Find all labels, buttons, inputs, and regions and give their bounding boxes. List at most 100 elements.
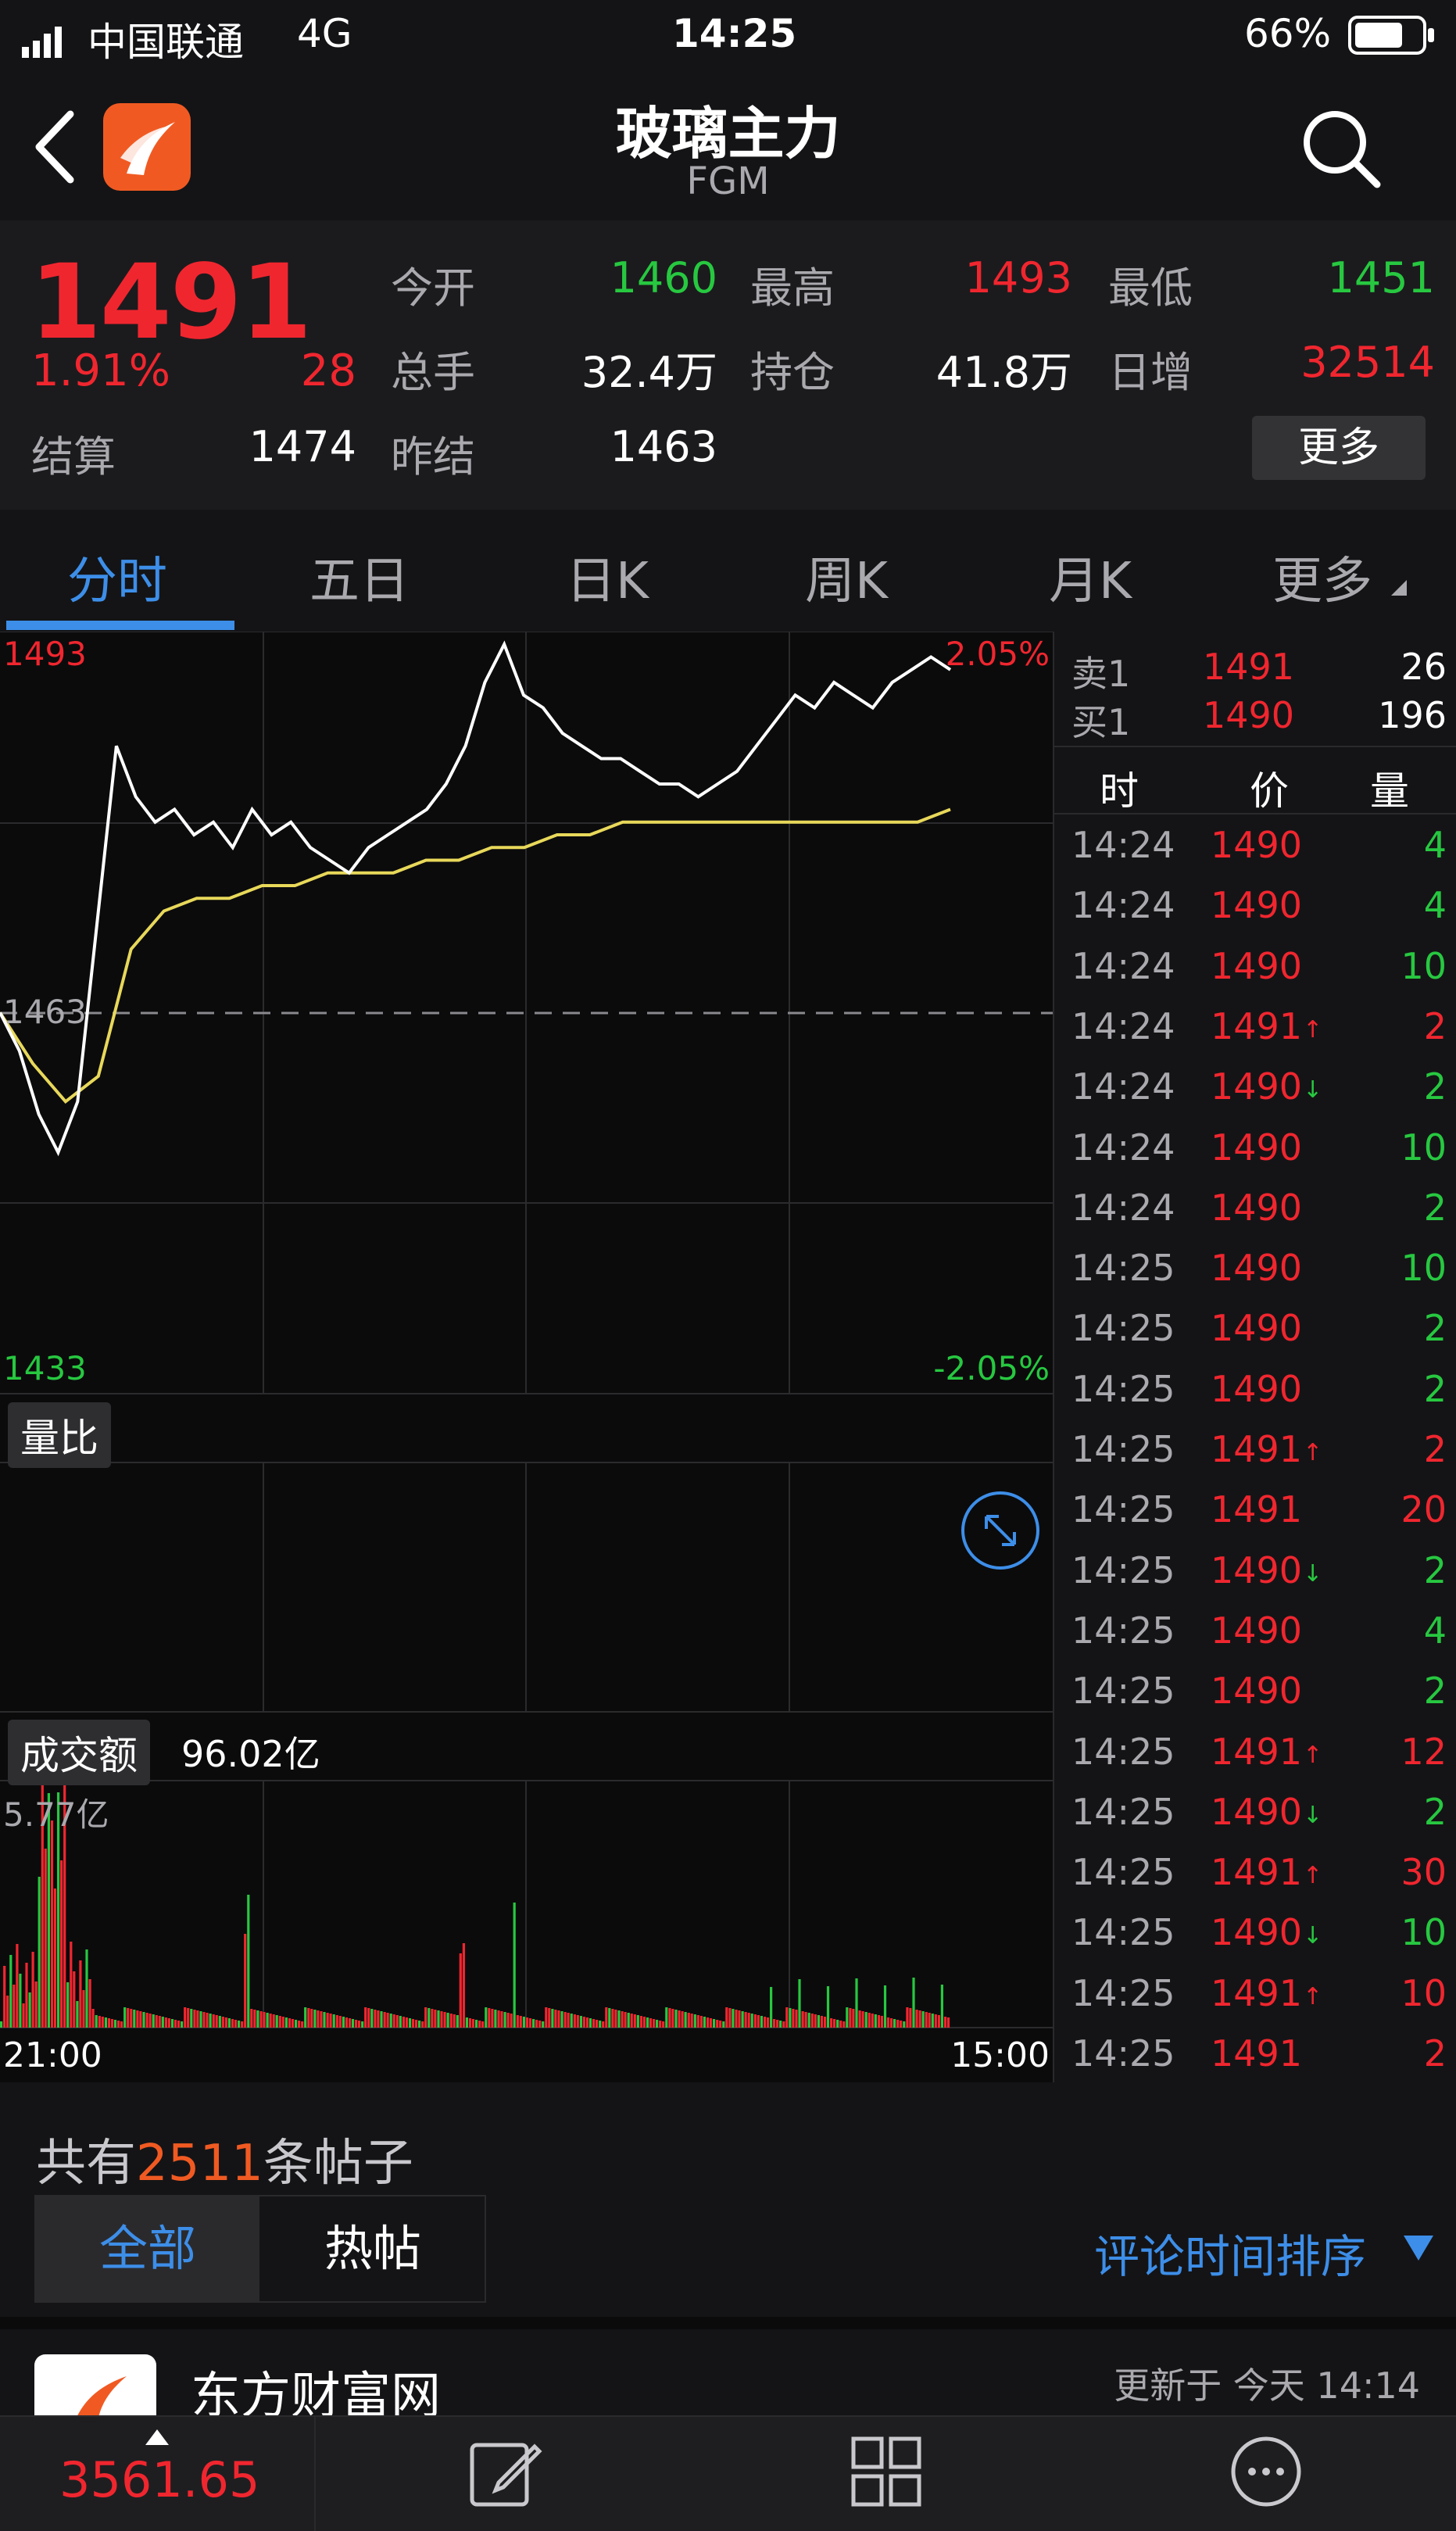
- sort-dropdown[interactable]: 评论时间排序: [1094, 2220, 1366, 2286]
- tick-row: 14:25 1490 4: [1071, 1609, 1447, 1652]
- turnover-bar: [259, 2011, 263, 2028]
- tab-five-day[interactable]: 五日: [309, 541, 410, 613]
- turnover-bar: [351, 2019, 355, 2028]
- turnover-bar: [244, 1934, 247, 2028]
- turnover-bar: [395, 2015, 399, 2028]
- compose-icon[interactable]: [467, 2434, 542, 2512]
- turnover-bar: [76, 2001, 79, 2028]
- turnover-bar: [563, 2012, 567, 2028]
- tab-monthly-k[interactable]: 月K: [1049, 541, 1132, 613]
- status-bar: 中国联通 4G 14:25 66%: [0, 0, 1456, 72]
- turnover-bar: [678, 2010, 681, 2028]
- volume-label: 总手: [391, 348, 475, 397]
- turnover-bar: [345, 2017, 348, 2028]
- turnover-bar: [551, 2009, 554, 2028]
- turnover-bar: [773, 2019, 776, 2028]
- turnover-bar: [110, 2019, 114, 2028]
- turnover-bar: [861, 2011, 864, 2028]
- turnover-bar: [538, 2021, 542, 2028]
- turnover-bar: [668, 2008, 671, 2028]
- turnover-bar: [275, 2015, 278, 2028]
- turnover-bar: [326, 2013, 329, 2028]
- turnover-bar: [719, 2021, 722, 2028]
- more-button[interactable]: 更多: [1252, 416, 1426, 480]
- expand-icon[interactable]: [960, 1490, 1041, 1574]
- turnover-bar: [187, 2008, 190, 2028]
- turnover-bar: [22, 2003, 25, 2028]
- tick-row: 14:25 1491 2: [1071, 2032, 1447, 2075]
- search-icon[interactable]: [1300, 108, 1382, 192]
- turnover-bar: [674, 2010, 678, 2028]
- tick-row: 14:25 1490 ↓ 2: [1071, 1548, 1447, 1591]
- turnover-bar: [364, 2007, 367, 2028]
- turnover-bar: [503, 2012, 506, 2028]
- tab-more[interactable]: 更多: [1272, 541, 1372, 613]
- turnover-bar: [374, 2010, 377, 2028]
- turnover-bar: [918, 2010, 921, 2028]
- turnover-bar: [633, 2014, 636, 2028]
- signal-icon: [22, 22, 66, 67]
- turnover-bar: [73, 1971, 76, 2028]
- tick-row: 14:24 1490 10: [1071, 1126, 1447, 1169]
- turnover-bar: [820, 2016, 823, 2028]
- triangle-down-icon[interactable]: [1404, 2236, 1433, 2264]
- turnover-bar: [127, 2008, 130, 2028]
- turnover-bar: [776, 2020, 779, 2028]
- post-count: 共有2511条帖子: [36, 2135, 413, 2193]
- turnover-bar: [6, 1996, 9, 2028]
- turnover-bar: [684, 2012, 687, 2028]
- source-logo-icon: [34, 2354, 156, 2425]
- turnover-bar: [383, 2012, 386, 2028]
- turnover-bar: [855, 1978, 858, 2028]
- turnover-bar: [459, 1953, 462, 2028]
- intraday-chart[interactable]: [0, 632, 1053, 2082]
- tab-all-posts[interactable]: 全部: [36, 2196, 259, 2301]
- trade-detail-panel: 卖1 1491 26 买1 1490 196 时 价 量 14:24 1490 4 1…: [1053, 632, 1456, 2082]
- open-label: 今开: [391, 263, 475, 313]
- tab-hot-posts[interactable]: 热帖: [261, 2196, 485, 2301]
- turnover-bar: [377, 2010, 380, 2028]
- tab-weekly-k[interactable]: 周K: [805, 541, 888, 613]
- turnover-bar: [139, 2011, 142, 2028]
- volume-ratio-label[interactable]: 量比: [8, 1402, 111, 1468]
- arrow-up-icon: ↑: [1303, 1741, 1323, 1769]
- turnover-bar: [735, 2010, 738, 2028]
- turnover-bar: [145, 2013, 148, 2028]
- section-divider: [0, 2317, 1456, 2329]
- tick-row: 14:24 1490 4: [1071, 824, 1447, 866]
- turnover-bar: [212, 2014, 215, 2028]
- change-value: 28: [300, 345, 356, 396]
- turnover-bar: [535, 2020, 538, 2028]
- turnover-bar: [70, 1942, 73, 2028]
- turnover-bar: [732, 2009, 735, 2028]
- turnover-bar: [617, 2010, 621, 2028]
- turnover-bar: [107, 2018, 110, 2028]
- index-value[interactable]: 3561.65: [59, 2451, 259, 2508]
- turnover-bar: [915, 2010, 918, 2028]
- turnover-bar: [519, 2016, 522, 2028]
- turnover-bar: [238, 2021, 241, 2028]
- caret-icon: [1391, 580, 1407, 599]
- nav-bar: 玻璃主力 FGM: [0, 72, 1456, 220]
- turnover-bar: [161, 2017, 164, 2028]
- turnover-bar: [82, 1990, 85, 2028]
- turnover-bar: [864, 2012, 868, 2028]
- grid-icon[interactable]: [849, 2434, 924, 2512]
- tick-row: 14:25 1490 2: [1071, 1307, 1447, 1350]
- turnover-label[interactable]: 成交额: [8, 1720, 150, 1785]
- more-options-icon[interactable]: [1229, 2434, 1304, 2512]
- turnover-bar: [298, 2021, 301, 2028]
- tab-active-indicator: [6, 621, 234, 630]
- turnover-bar: [671, 2009, 674, 2028]
- turnover-bar: [807, 2013, 810, 2028]
- turnover-bar: [485, 2007, 488, 2028]
- tab-daily-k[interactable]: 日K: [566, 541, 649, 613]
- turnover-bar: [880, 2016, 883, 2028]
- tab-intraday[interactable]: 分时: [67, 541, 167, 613]
- tick-list[interactable]: 14:24 1490 4 14:24 1490 4 14:24 1490 10 14:24 1491…: [1054, 816, 1456, 2082]
- turnover-bar: [931, 2014, 934, 2028]
- turnover-bar: [649, 2018, 653, 2028]
- carrier-label: 中国联通: [88, 20, 244, 65]
- chart-area[interactable]: 1493 2.05% 1463 1433 -2.05% 量比 成交额 96.02…: [0, 632, 1053, 2082]
- turnover-bar: [174, 2020, 177, 2028]
